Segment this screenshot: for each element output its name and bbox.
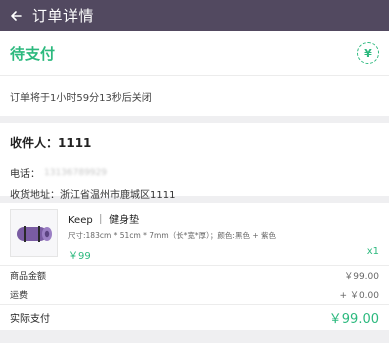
close-countdown-notice: 订单将于1小时59分13秒后关闭 bbox=[0, 76, 389, 116]
section-divider bbox=[0, 116, 389, 123]
product-price: ￥99 bbox=[68, 251, 91, 262]
arrow-left-icon[interactable] bbox=[9, 9, 23, 23]
total-row: 实际支付 ￥99.00 bbox=[0, 304, 389, 330]
total-value: ￥99.00 bbox=[328, 312, 379, 327]
yoga-mat-image bbox=[17, 226, 52, 242]
total-label: 实际支付 bbox=[10, 314, 50, 325]
product-name: Keep ｜ 健身垫 bbox=[68, 215, 140, 226]
price-summary: 商品金额 ￥99.00 运费 + ￥0.00 bbox=[0, 265, 389, 304]
order-status-section: 待支付 ¥ bbox=[0, 31, 389, 76]
order-detail-screen: 订单详情 待支付 ¥ 订单将于1小时59分13秒后关闭 收件人：1111 电话：… bbox=[0, 0, 389, 343]
phone-value: 13136789929 bbox=[44, 167, 107, 178]
order-status: 待支付 bbox=[10, 44, 56, 63]
address-line: 收货地址：浙江省温州市鹿城区1111 bbox=[10, 190, 176, 201]
shipping-row: 运费 + ￥0.00 bbox=[10, 285, 379, 304]
shipping-value: + ￥0.00 bbox=[339, 291, 379, 301]
subtotal-label: 商品金额 bbox=[10, 272, 47, 282]
shipping-label: 运费 bbox=[10, 291, 29, 301]
product-thumbnail bbox=[10, 209, 58, 257]
yen-icon: ¥ bbox=[357, 42, 379, 64]
subtotal-value: ￥99.00 bbox=[344, 272, 379, 282]
product-quantity: x1 bbox=[366, 246, 379, 257]
product-spec: 尺寸:183cm * 51cm * 7mm（长*宽*厚）；颜色:黑色 + 紫色 bbox=[68, 231, 276, 240]
shipping-address-section: 收件人：1111 电话： 13136789929 收货地址：浙江省温州市鹿城区1… bbox=[0, 123, 389, 201]
subtotal-row: 商品金额 ￥99.00 bbox=[10, 266, 379, 285]
phone-row: 电话： 13136789929 bbox=[10, 165, 379, 181]
product-item[interactable]: Keep ｜ 健身垫 尺寸:183cm * 51cm * 7mm（长*宽*厚）；… bbox=[0, 203, 389, 265]
app-header: 订单详情 bbox=[0, 0, 389, 31]
phone-label: 电话： bbox=[10, 169, 40, 180]
receiver-name: 收件人：1111 bbox=[10, 136, 92, 150]
product-info: Keep ｜ 健身垫 尺寸:183cm * 51cm * 7mm（长*宽*厚）；… bbox=[68, 209, 379, 262]
countdown-text: 订单将于1小时59分13秒后关闭 bbox=[10, 92, 152, 104]
page-title: 订单详情 bbox=[32, 7, 95, 25]
